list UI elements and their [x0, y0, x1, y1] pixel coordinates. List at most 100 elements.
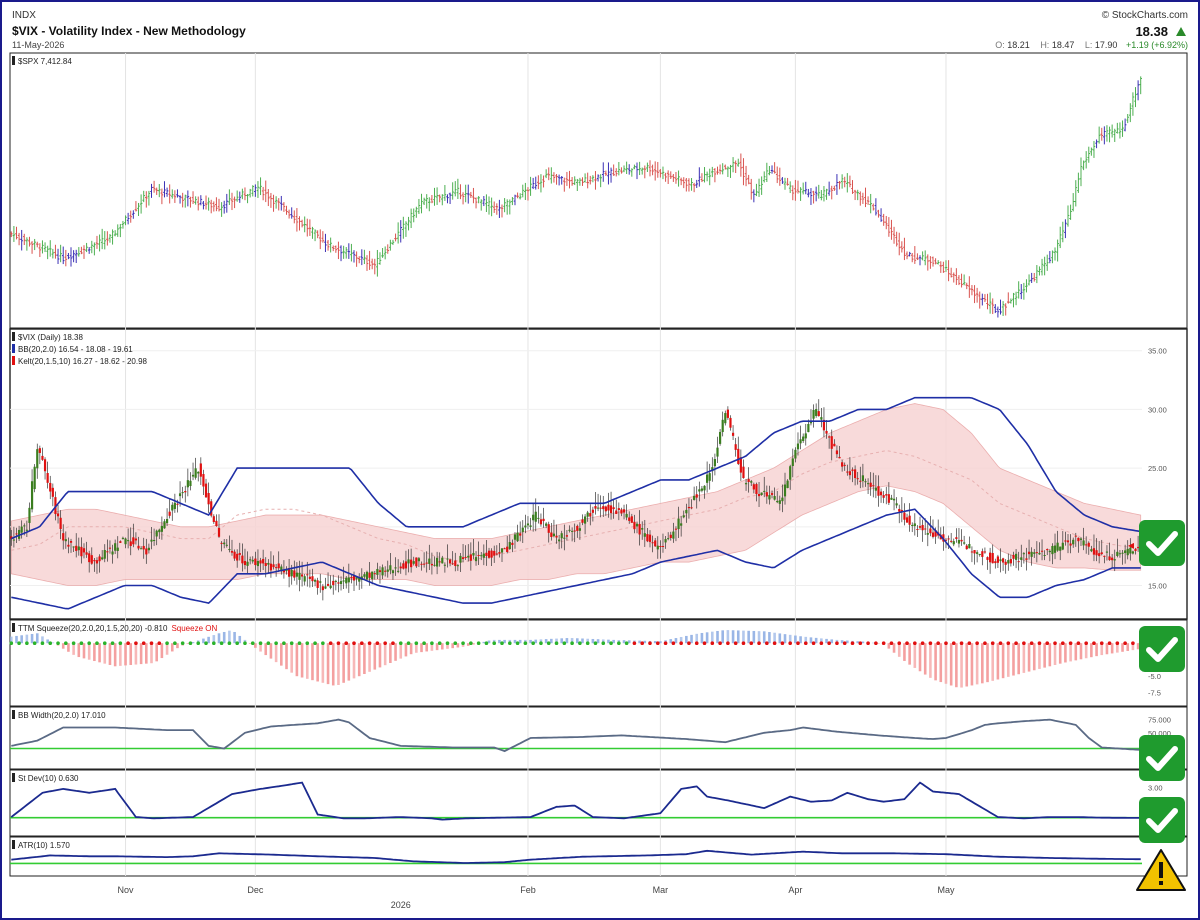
vix-candle-body — [1061, 542, 1064, 550]
vix-candle-body — [664, 539, 667, 543]
squeeze-dot — [212, 641, 216, 645]
histogram-bar — [30, 633, 34, 644]
histogram-bar — [903, 643, 906, 661]
vix-candle-body — [854, 469, 857, 479]
vix-candle-body — [28, 507, 31, 523]
vix-candle-body — [872, 485, 875, 487]
squeeze-dot — [897, 641, 902, 645]
histogram-bar — [690, 634, 693, 644]
squeeze-dot — [367, 641, 372, 645]
vix-candle-body — [594, 506, 597, 509]
histogram-bar — [77, 643, 81, 658]
histogram-bar — [752, 630, 756, 644]
squeeze-dot — [95, 641, 99, 645]
vix-candle-body — [508, 542, 511, 550]
chart-canvas: NovDecFebMarAprMay20267400.007350.007300… — [9, 52, 1188, 910]
indicator-legend: BB Width(20,2.0) 17.010 — [18, 711, 106, 720]
vix-candle-body — [674, 528, 678, 530]
vix-candle-body — [295, 572, 298, 577]
histogram-bar — [685, 635, 688, 644]
vix-candle-body — [75, 545, 78, 551]
y-tick-label: 3.00 — [1148, 784, 1163, 793]
squeeze-dot — [445, 641, 450, 645]
vix-candle-body — [101, 557, 104, 560]
squeeze-dot — [858, 641, 863, 645]
histogram-bar — [939, 643, 943, 683]
squeeze-dot — [64, 641, 68, 645]
vix-candle-body — [1072, 539, 1075, 545]
vix-candle-body — [1098, 553, 1101, 557]
histogram-bar — [420, 643, 423, 653]
histogram-bar — [326, 643, 330, 685]
histogram-bar — [1084, 643, 1088, 659]
vix-candle-body — [615, 510, 618, 514]
histogram-bar — [316, 643, 319, 682]
badge-box — [1139, 797, 1185, 843]
squeeze-dot — [539, 641, 543, 645]
squeeze-dot — [944, 641, 948, 645]
vix-candle-body — [384, 570, 387, 572]
histogram-bar — [150, 643, 153, 664]
check-badge-icon — [1139, 735, 1185, 781]
vix-candle-body — [59, 517, 62, 529]
vix-candle-body — [173, 502, 176, 509]
vix-candle-body — [586, 512, 589, 517]
histogram-bar — [108, 643, 112, 665]
histogram-bar — [731, 630, 735, 644]
squeeze-dot — [570, 641, 574, 645]
vix-candle-body — [776, 501, 779, 503]
histogram-bar — [674, 638, 678, 644]
vix-candle-body — [519, 533, 522, 536]
vix-candle-body — [1017, 561, 1020, 563]
vix-candle-body — [467, 555, 470, 558]
vix-candle-body — [132, 537, 135, 545]
vix-candle-body — [249, 559, 252, 561]
vix-candle-body — [794, 449, 797, 459]
vix-candle-body — [142, 545, 145, 550]
vix-candle-body — [641, 528, 644, 530]
histogram-bar — [139, 643, 143, 665]
vix-candle-body — [765, 492, 768, 497]
vix-candle-body — [272, 564, 275, 568]
vix-candle-body — [93, 560, 96, 562]
histogram-bar — [93, 643, 96, 662]
squeeze-dot — [1068, 641, 1073, 645]
vix-candle-body — [254, 558, 257, 566]
squeeze-dot — [126, 641, 130, 645]
vix-candle-body — [685, 509, 688, 514]
histogram-bar — [1012, 643, 1015, 676]
vix-candle-body — [558, 539, 561, 542]
squeeze-dot — [990, 641, 995, 645]
vix-candle-body — [446, 558, 449, 560]
vix-candle-body — [1124, 550, 1127, 554]
vix-candle-body — [656, 545, 659, 550]
vix-candle-body — [160, 525, 163, 532]
histogram-bar — [119, 643, 122, 666]
vix-candle-body — [329, 585, 332, 589]
vix-candle-body — [596, 507, 600, 509]
squeeze-dot — [601, 641, 606, 645]
vix-candle-body — [708, 473, 711, 481]
squeeze-dot — [523, 641, 528, 645]
vix-candle-body — [578, 528, 581, 531]
squeeze-dot — [585, 641, 590, 645]
vix-candle-body — [82, 548, 86, 553]
squeeze-dot — [1022, 641, 1026, 645]
vix-candle-body — [1134, 548, 1137, 551]
squeeze-dot — [476, 641, 481, 645]
vix-candle-body — [643, 533, 646, 537]
vix-candle-body — [542, 518, 545, 522]
vix-candle-body — [633, 521, 636, 530]
vix-candle-body — [1014, 553, 1018, 560]
squeeze-dot — [188, 641, 193, 645]
vix-candle-body — [293, 570, 296, 578]
histogram-bar — [290, 643, 294, 673]
vix-candle-body — [259, 560, 262, 564]
squeeze-dot — [905, 641, 909, 645]
legend-swatch — [12, 332, 15, 341]
vix-candle-body — [158, 529, 161, 533]
vix-candle-body — [583, 516, 587, 524]
squeeze-dot — [850, 641, 855, 645]
vix-candle-body — [773, 496, 776, 500]
x-tick-label: May — [937, 885, 955, 895]
